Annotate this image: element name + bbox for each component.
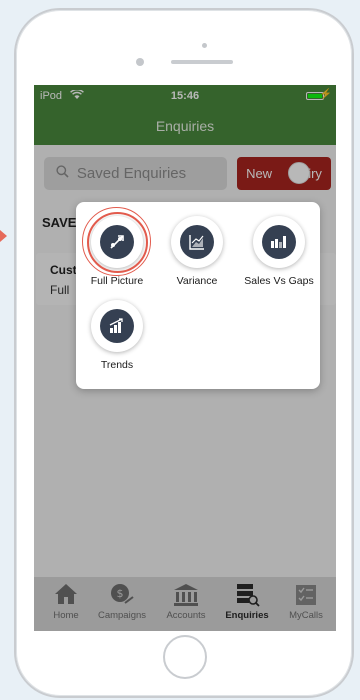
full-picture-disc xyxy=(82,207,151,276)
option-label: Full Picture xyxy=(90,275,144,287)
trends-icon xyxy=(100,309,134,343)
option-label: Variance xyxy=(176,275,218,287)
sensor-icon xyxy=(136,58,144,66)
app-screen: iPod 15:46 ⚡ Enquiries Saved Enquiries N… xyxy=(34,85,336,631)
camera-icon xyxy=(202,43,207,48)
variance-disc xyxy=(171,216,223,268)
option-trends[interactable]: Trends xyxy=(74,300,160,371)
option-sales-vs-gaps[interactable]: Sales Vs Gaps xyxy=(236,216,322,287)
option-label: Sales Vs Gaps xyxy=(244,275,314,287)
speaker-grille xyxy=(171,60,233,64)
enquiry-type-popup: Full Picture Variance Sales Vs Gaps Tren… xyxy=(76,202,320,389)
option-variance[interactable]: Variance xyxy=(154,216,240,287)
variance-chart-icon xyxy=(180,225,214,259)
full-picture-icon xyxy=(100,225,134,259)
sales-gaps-icon xyxy=(262,225,296,259)
edge-pointer-icon xyxy=(0,230,7,242)
trends-disc xyxy=(91,300,143,352)
option-full-picture[interactable]: Full Picture xyxy=(74,207,160,287)
sales-gaps-disc xyxy=(253,216,305,268)
option-label: Trends xyxy=(100,359,134,371)
home-button[interactable] xyxy=(163,635,207,679)
